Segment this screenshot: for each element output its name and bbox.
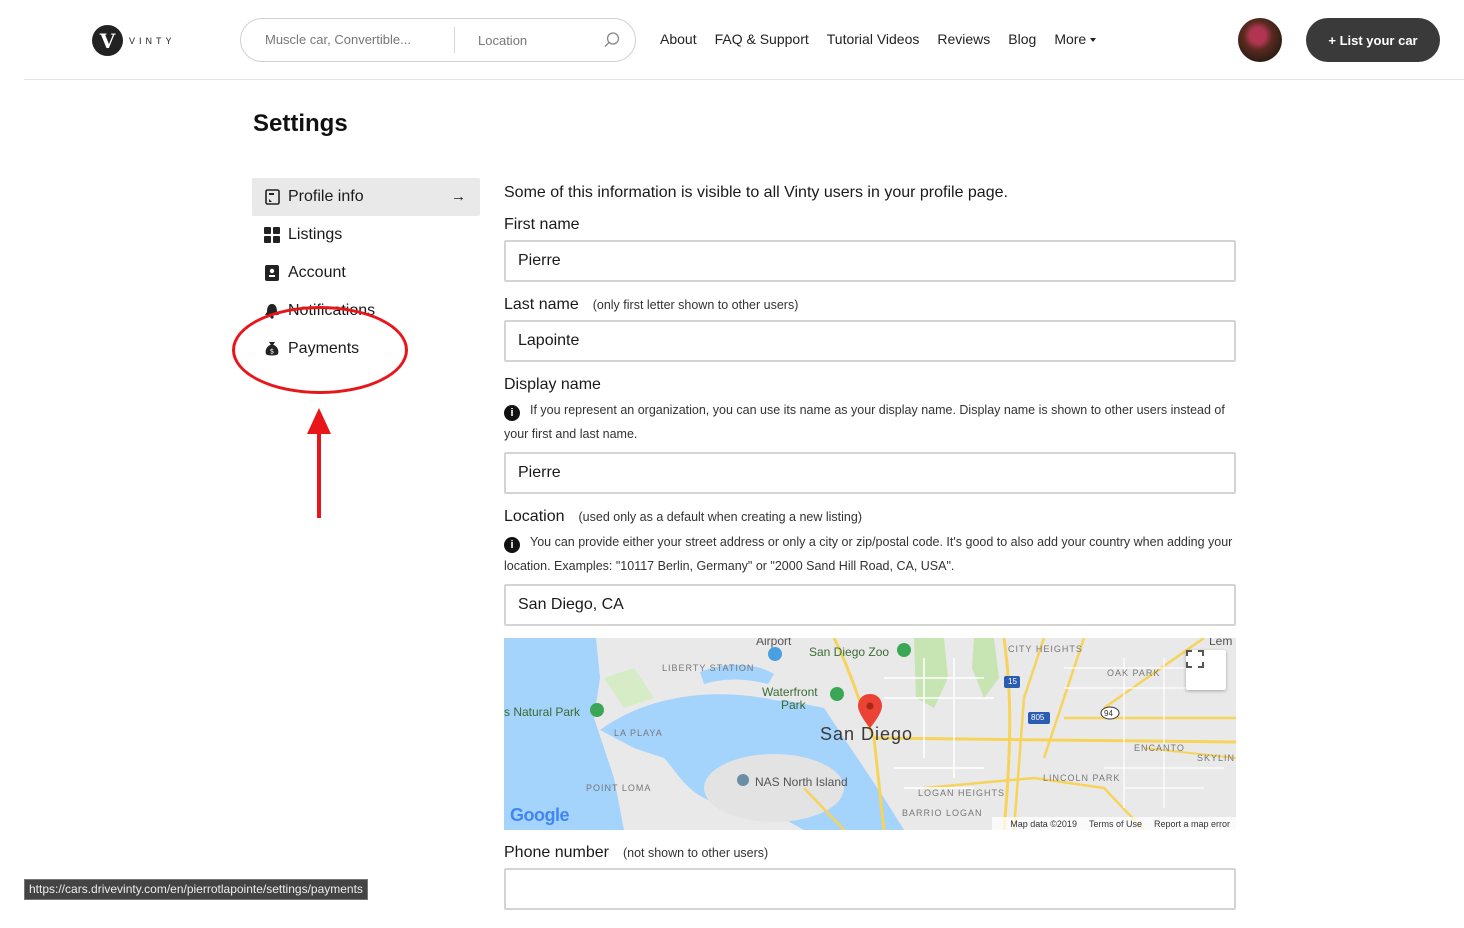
map-label-hwy94: 94: [1104, 709, 1113, 718]
phone-field[interactable]: [504, 868, 1236, 910]
map-label-point-loma: POINT LOMA: [586, 783, 652, 793]
sidebar-item-account[interactable]: Account: [252, 254, 480, 292]
map-label-city-heights: CITY HEIGHTS: [1008, 644, 1083, 654]
map-label-hwy15: 15: [1008, 677, 1017, 686]
phone-label: Phone number: [504, 844, 609, 861]
map-label-park: Park: [781, 698, 806, 712]
display-name-info: i If you represent an organization, you c…: [504, 398, 1236, 446]
map-label-liberty: LIBERTY STATION: [662, 663, 755, 673]
map-label-san-diego: San Diego: [820, 724, 914, 744]
map-label-waterfront: Waterfront: [762, 685, 818, 699]
profile-icon: [264, 189, 280, 205]
list-car-button[interactable]: + List your car: [1306, 18, 1440, 62]
nav-reviews[interactable]: Reviews: [937, 31, 990, 47]
last-name-label: Last name: [504, 296, 579, 313]
display-name-field[interactable]: Pierre: [504, 452, 1236, 494]
map-label-natural-park: s Natural Park: [504, 705, 581, 719]
location-label-row: Location (used only as a default when cre…: [504, 508, 1236, 526]
map-label-la-playa: LA PLAYA: [614, 728, 663, 738]
map-label-lincoln-park: LINCOLN PARK: [1043, 773, 1121, 783]
sidebar-item-label: Profile info: [288, 188, 364, 205]
annotation-arrow-icon: [307, 408, 331, 518]
last-name-label-row: Last name (only first letter shown to oth…: [504, 296, 1236, 314]
location-hint: (used only as a default when creating a …: [578, 510, 863, 524]
status-bar-url: https://cars.drivevinty.com/en/pierrotla…: [24, 879, 368, 900]
arrow-right-icon: →: [451, 188, 466, 205]
map-data-text: Map data ©2019: [1010, 818, 1077, 829]
info-icon: i: [504, 537, 520, 553]
phone-hint: (not shown to other users): [622, 846, 769, 860]
last-name-field[interactable]: Lapointe: [504, 320, 1236, 362]
location-field[interactable]: San Diego, CA: [504, 584, 1236, 626]
fullscreen-icon: [1186, 650, 1204, 668]
grid-icon: [264, 227, 280, 243]
chevron-down-icon: [1090, 38, 1097, 43]
sidebar-item-label: Account: [288, 264, 346, 281]
nav-about[interactable]: About: [660, 31, 697, 47]
account-icon: [264, 265, 280, 281]
search-icon[interactable]: [603, 31, 621, 49]
location-map[interactable]: Airport San Diego Zoo LIBERTY STATION Wa…: [504, 638, 1236, 830]
fullscreen-button[interactable]: [1186, 650, 1226, 690]
profile-form: Some of this information is visible to a…: [504, 184, 1236, 910]
map-label-lemon: Lem: [1209, 638, 1233, 648]
site-header: V VINTY Muscle car, Convertible... Locat…: [24, 0, 1464, 80]
first-name-label: First name: [504, 216, 580, 233]
nav-more[interactable]: More: [1054, 31, 1097, 47]
location-info: i You can provide either your street addr…: [504, 530, 1236, 578]
map-label-skyline: SKYLIN: [1197, 753, 1236, 763]
last-name-hint: (only first letter shown to other users): [592, 298, 799, 312]
phone-label-row: Phone number (not shown to other users): [504, 844, 1236, 862]
nav-tutorials[interactable]: Tutorial Videos: [827, 31, 920, 47]
display-name-label: Display name: [504, 376, 601, 393]
logo-text: VINTY: [129, 35, 176, 46]
sidebar-item-profile-info[interactable]: Profile info →: [252, 178, 480, 216]
map-footer: Map data ©2019 Terms of Use Report a map…: [992, 817, 1236, 830]
map-label-airport: Airport: [756, 638, 792, 648]
map-terms-link[interactable]: Terms of Use: [1089, 819, 1142, 829]
sidebar-item-listings[interactable]: Listings: [252, 216, 480, 254]
nav-blog[interactable]: Blog: [1008, 31, 1036, 47]
map-label-logan-heights: LOGAN HEIGHTS: [918, 788, 1006, 798]
intro-text: Some of this information is visible to a…: [504, 184, 1008, 201]
vinty-logo[interactable]: V VINTY: [92, 25, 176, 56]
avatar[interactable]: [1238, 18, 1282, 62]
display-name-info-text: If you represent an organization, you ca…: [504, 403, 1225, 441]
info-icon: i: [504, 405, 520, 421]
highlight-circle: [232, 306, 408, 394]
map-label-barrio-logan: BARRIO LOGAN: [902, 808, 983, 818]
search-input[interactable]: Muscle car, Convertible...: [241, 27, 455, 53]
nav-more-label: More: [1054, 31, 1087, 47]
map-label-oak-park: OAK PARK: [1107, 668, 1161, 678]
map-report-link[interactable]: Report a map error: [1154, 819, 1230, 829]
google-logo-text: Google: [510, 805, 570, 825]
search-bar: Muscle car, Convertible... Location: [240, 18, 636, 62]
google-logo: Google: [510, 805, 570, 826]
sidebar-item-label: Listings: [288, 226, 343, 243]
map-label-hwy805: 805: [1031, 713, 1045, 722]
logo-mark: V: [92, 25, 123, 56]
location-info-text: You can provide either your street addre…: [504, 535, 1233, 573]
map-label-nas: NAS North Island: [755, 775, 848, 789]
location-label: Location: [504, 508, 565, 525]
main-nav: About FAQ & Support Tutorial Videos Revi…: [660, 31, 1114, 47]
map-label-zoo: San Diego Zoo: [809, 645, 890, 659]
map-label-encanto: ENCANTO: [1134, 743, 1185, 753]
first-name-field[interactable]: Pierre: [504, 240, 1236, 282]
nav-faq[interactable]: FAQ & Support: [715, 31, 809, 47]
page-title: Settings: [253, 110, 348, 137]
